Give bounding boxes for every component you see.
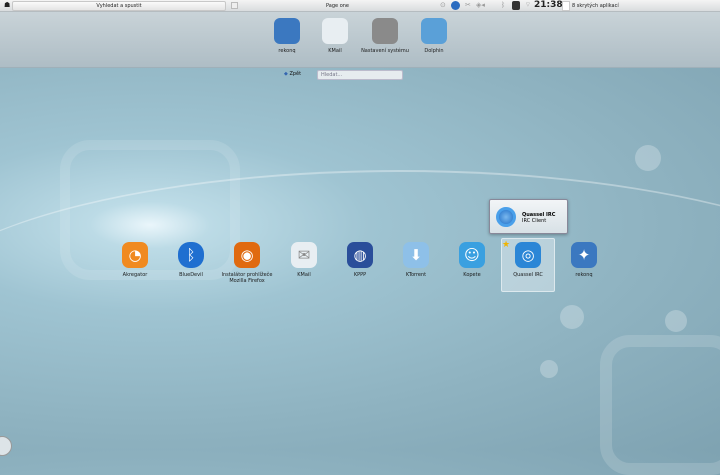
back-label: Zpět [289,71,302,77]
kmail-icon [322,18,348,44]
panel: ☗ Vyhledat a spustit Page one ⊙ ✂ ◈◂ ᛒ ▽… [0,0,720,12]
pager-icon[interactable] [231,2,238,9]
page-label: Page one [326,3,349,9]
bluetooth-tray-icon[interactable]: ᛒ [501,1,505,9]
favorite-rekonq[interactable]: rekonq [260,18,314,54]
rekonq-icon: ✦ [571,242,597,268]
app-label: Quassel IRC [513,272,543,278]
app-firefox[interactable]: ◉ Instalátor prohlížeče Mozilla Firefox [220,242,274,284]
klipper-icon[interactable]: ✂ [465,1,471,9]
kopete-icon: ☺ [459,242,485,268]
dolphin-icon [421,18,447,44]
back-icon: ◆ [284,71,288,77]
search-row: ◆ Zpět Hledat... [0,70,720,80]
app-label: rekonq [575,272,593,278]
favorite-dolphin[interactable]: Dolphin [407,18,461,54]
favorite-settings[interactable]: Nastavení systému [358,18,412,54]
kickoff-icon[interactable]: ☗ [4,1,10,9]
app-bluetooth[interactable]: ᛒ BlueDevil [164,242,218,278]
device-notifier-icon[interactable] [512,1,520,10]
back-button[interactable]: ◆ Zpět [284,70,301,79]
favorite-label: Dolphin [424,48,444,54]
cashew-icon[interactable] [0,436,12,456]
app-label: Kopete [463,272,481,278]
favorites-bar: rekonq KMail Nastavení systému Dolphin [0,12,720,68]
volume-icon[interactable]: ◈◂ [476,1,485,9]
hidden-apps-icon[interactable] [562,1,570,11]
akregator-icon: ◔ [122,242,148,268]
app-akregator[interactable]: ◔ Akregator [108,242,162,278]
expand-tray-icon[interactable]: ▽ [526,2,530,8]
search-input[interactable]: Hledat... [317,70,403,80]
kppp-icon: ◍ [347,242,373,268]
firefox-icon: ◉ [234,242,260,268]
quassel-icon [496,207,516,227]
task-search-and-launch[interactable]: Vyhledat a spustit [12,1,226,11]
hidden-apps-label[interactable]: 8 skrytých aplikací [572,3,619,9]
app-label: KMail [297,272,311,278]
app-label: KTorrent [405,272,427,278]
app-quassel[interactable]: ◎ Quassel IRC [501,242,555,278]
kmail-icon: ✉ [291,242,317,268]
tooltip-subtitle: IRC Client [522,218,547,224]
tray-icon[interactable]: ⊙ [440,1,446,9]
rekonq-icon [274,18,300,44]
app-label: BlueDevil [179,272,203,278]
favorite-label: KMail [328,48,342,54]
app-kopete[interactable]: ☺ Kopete [445,242,499,278]
favorite-label: Nastavení systému [361,48,409,54]
ktorrent-icon: ⬇ [403,242,429,268]
app-ktorrent[interactable]: ⬇ KTorrent [389,242,443,278]
bluetooth-icon: ᛒ [178,242,204,268]
app-kppp[interactable]: ◍ KPPP [333,242,387,278]
app-kmail[interactable]: ✉ KMail [277,242,331,278]
app-rekonq[interactable]: ✦ rekonq [557,242,611,278]
app-label: KPPP [353,272,367,278]
app-label: Akregator [122,272,148,278]
quassel-icon: ◎ [515,242,541,268]
settings-icon [372,18,398,44]
tooltip: Quassel IRC IRC Client [489,199,568,234]
favorite-label: rekonq [278,48,296,54]
app-label: Instalátor prohlížeče Mozilla Firefox [221,272,273,284]
clock[interactable]: 21:38 [534,0,563,10]
favorite-kmail[interactable]: KMail [308,18,362,54]
network-icon[interactable] [451,1,460,10]
